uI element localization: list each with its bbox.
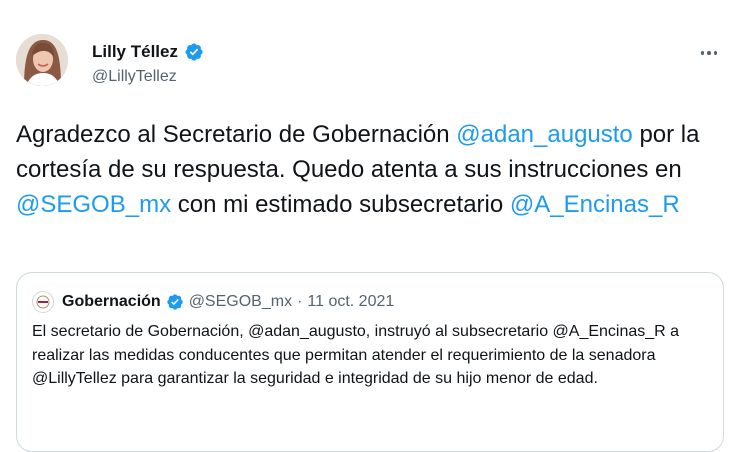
author-handle[interactable]: @LillyTellez bbox=[92, 68, 177, 86]
quoted-tweet[interactable]: Gobernación @SEGOB_mx · 11 oct. 2021 El … bbox=[16, 272, 724, 452]
mention-a-encinas-r[interactable]: @A_Encinas_R bbox=[510, 191, 680, 218]
mention-segob-mx[interactable]: @SEGOB_mx bbox=[16, 191, 171, 218]
more-options-icon[interactable] bbox=[697, 43, 721, 63]
author-avatar[interactable] bbox=[16, 34, 68, 86]
tweet-text: Agradezco al Secretario de Gobernación @… bbox=[16, 117, 716, 222]
quoted-tweet-text: El secretario de Gobernación, @adan_augu… bbox=[32, 323, 680, 387]
verified-badge-icon bbox=[185, 43, 203, 61]
quoted-tweet-header: Gobernación @SEGOB_mx · 11 oct. 2021 bbox=[32, 291, 394, 313]
verified-badge-icon bbox=[167, 294, 183, 310]
tweet-text-segment: con mi estimado subsecretario bbox=[171, 191, 510, 218]
quoted-author-handle[interactable]: @SEGOB_mx bbox=[189, 293, 292, 311]
quoted-author-name[interactable]: Gobernación bbox=[62, 293, 161, 311]
tweet-text-segment: Agradezco al Secretario de Gobernación bbox=[16, 121, 457, 148]
quoted-author-avatar[interactable] bbox=[32, 291, 54, 313]
mention-adan-augusto[interactable]: @adan_augusto bbox=[456, 121, 633, 148]
author-name[interactable]: Lilly Téllez bbox=[92, 42, 178, 62]
quoted-tweet-date[interactable]: 11 oct. 2021 bbox=[307, 293, 394, 311]
separator-dot: · bbox=[297, 293, 303, 310]
